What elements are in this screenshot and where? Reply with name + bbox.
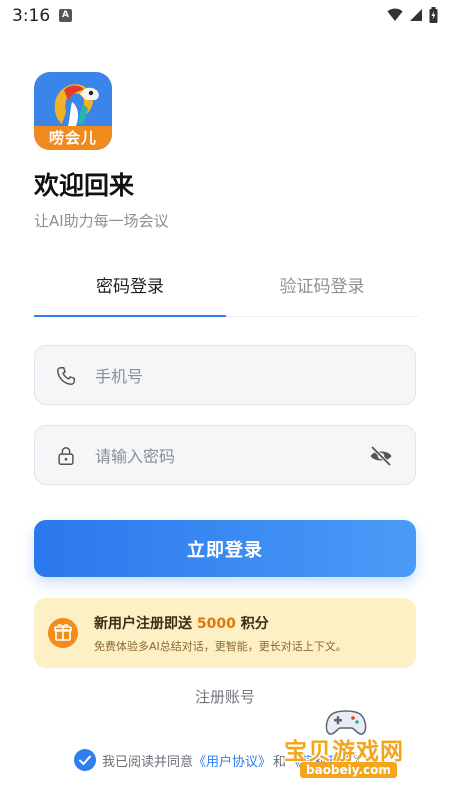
eye-off-icon[interactable] — [369, 445, 393, 467]
login-tabs: 密码登录 验证码登录 — [34, 270, 418, 317]
watermark-title: 宝贝游戏网 — [284, 739, 404, 765]
password-field — [34, 425, 416, 486]
agreement-checkbox[interactable] — [74, 749, 96, 771]
watermark-url: baobeiy.com — [300, 762, 397, 778]
status-icons — [387, 7, 438, 23]
logo-text: 唠会儿 — [34, 126, 112, 150]
page-title: 欢迎回来 — [34, 171, 135, 200]
lock-icon — [58, 447, 74, 465]
tab-code-login[interactable]: 验证码登录 — [226, 270, 418, 314]
promo-title: 新用户注册即送 5000 积分 — [94, 613, 269, 633]
wifi-icon — [387, 8, 403, 21]
tab-password-login[interactable]: 密码登录 — [34, 270, 226, 314]
promo-title-prefix: 新用户注册即送 — [94, 616, 197, 632]
user-agreement-link[interactable]: 《用户协议》 — [193, 751, 271, 770]
login-button[interactable]: 立即登录 — [34, 520, 416, 577]
password-input[interactable] — [93, 426, 367, 486]
status-time: 3:16 — [12, 6, 51, 26]
watermark: 宝贝游戏网 baobeiy.com — [278, 706, 438, 786]
gift-icon — [48, 618, 78, 648]
agreement-prefix: 我已阅读并同意 — [102, 754, 194, 770]
signal-icon — [410, 9, 422, 21]
promo-banner[interactable]: 新用户注册即送 5000 积分 免费体验多AI总结对话，更智能，更长对话上下文。 — [34, 598, 416, 668]
active-tab-indicator — [34, 315, 226, 317]
parrot-logo-icon — [54, 84, 99, 126]
notification-icon: A — [59, 9, 72, 22]
phone-input[interactable] — [93, 346, 367, 406]
status-bar: 3:16 A — [0, 0, 450, 32]
promo-description: 免费体验多AI总结对话，更智能，更长对话上下文。 — [94, 640, 347, 653]
page-subtitle: 让AI助力每一场会议 — [34, 212, 169, 230]
phone-field — [34, 345, 416, 406]
check-icon — [79, 755, 91, 765]
battery-icon — [429, 7, 438, 23]
app-logo: 唠会儿 — [34, 72, 112, 150]
promo-points: 5000 — [196, 616, 236, 632]
phone-icon — [57, 367, 75, 385]
register-link[interactable]: 注册账号 — [0, 686, 450, 707]
promo-title-suffix: 积分 — [235, 616, 269, 632]
